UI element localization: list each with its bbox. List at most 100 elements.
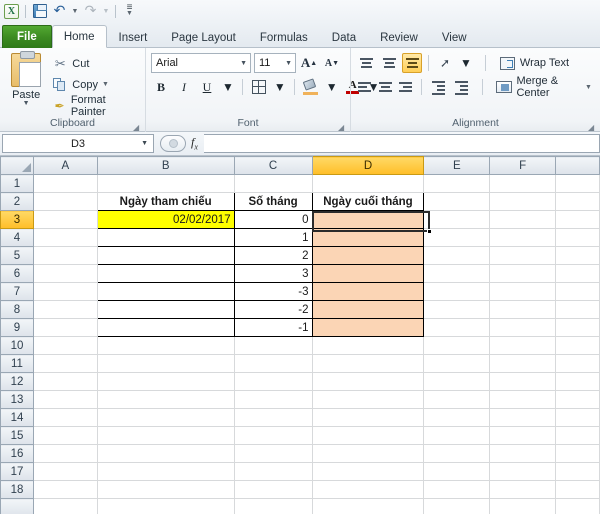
chevron-down-icon[interactable]: ▼ — [585, 84, 592, 91]
cell-d18[interactable] — [312, 481, 424, 499]
borders-dropdown-icon[interactable]: ▼ — [272, 77, 288, 97]
cell-a16[interactable] — [33, 445, 97, 463]
cell-a10[interactable] — [33, 337, 97, 355]
cell-f10[interactable] — [490, 337, 556, 355]
cell-f19[interactable] — [490, 499, 556, 514]
column-header-d[interactable]: D — [312, 157, 424, 175]
italic-button[interactable]: I — [174, 77, 194, 97]
cell-b15[interactable] — [97, 427, 234, 445]
row-header-17[interactable]: 17 — [1, 463, 34, 481]
tab-data[interactable]: Data — [320, 26, 368, 48]
cell-b12[interactable] — [97, 373, 234, 391]
orientation-button[interactable]: ➚ — [435, 53, 455, 73]
cell-b1[interactable] — [97, 175, 234, 193]
bold-button[interactable]: B — [151, 77, 171, 97]
cell-g9[interactable] — [556, 319, 600, 337]
cell-g12[interactable] — [556, 373, 600, 391]
cell-c9-months[interactable]: -1 — [234, 319, 312, 337]
cell-d12[interactable] — [312, 373, 424, 391]
cell-g19[interactable] — [556, 499, 600, 514]
row-header-13[interactable]: 13 — [1, 391, 34, 409]
cell-c4-months[interactable]: 1 — [234, 229, 312, 247]
clipboard-dialog-launcher-icon[interactable]: ◢ — [132, 122, 141, 131]
cell-c19[interactable] — [234, 499, 312, 514]
cell-b19[interactable] — [97, 499, 234, 514]
cell-a3[interactable] — [33, 211, 97, 229]
cell-a5[interactable] — [33, 247, 97, 265]
cell-b17[interactable] — [97, 463, 234, 481]
cell-e13[interactable] — [424, 391, 490, 409]
cell-d4-result[interactable] — [312, 229, 424, 247]
chevron-down-icon[interactable]: ▼ — [240, 60, 247, 67]
cell-c15[interactable] — [234, 427, 312, 445]
select-all-corner[interactable] — [1, 157, 34, 175]
cell-g17[interactable] — [556, 463, 600, 481]
format-painter-button[interactable]: ✒ Format Painter — [49, 96, 140, 115]
cell-d7-result[interactable] — [312, 283, 424, 301]
row-header-3[interactable]: 3 — [1, 211, 34, 229]
column-header-e[interactable]: E — [424, 157, 490, 175]
cell-a12[interactable] — [33, 373, 97, 391]
font-size-input[interactable]: 11 ▼ — [254, 53, 296, 73]
cell-e15[interactable] — [424, 427, 490, 445]
cell-e2[interactable] — [424, 193, 490, 211]
paste-button[interactable]: Paste ▼ — [5, 52, 47, 107]
row-header-11[interactable]: 11 — [1, 355, 34, 373]
undo-icon[interactable]: ↶ — [51, 3, 68, 20]
cell-c8-months[interactable]: -2 — [234, 301, 312, 319]
cell-d8-result[interactable] — [312, 301, 424, 319]
cell-f3[interactable] — [490, 211, 556, 229]
cell-e17[interactable] — [424, 463, 490, 481]
cell-g1[interactable] — [556, 175, 600, 193]
row-header-18[interactable]: 18 — [1, 481, 34, 499]
cell-b5-reference-date[interactable] — [97, 247, 234, 265]
row-header-7[interactable]: 7 — [1, 283, 34, 301]
cell-b18[interactable] — [97, 481, 234, 499]
cell-b7-reference-date[interactable] — [97, 283, 234, 301]
row-header-12[interactable]: 12 — [1, 373, 34, 391]
cell-c13[interactable] — [234, 391, 312, 409]
cell-e7[interactable] — [424, 283, 490, 301]
name-box[interactable]: D3 ▼ — [2, 134, 154, 153]
grow-font-button[interactable]: A▲ — [299, 53, 319, 73]
cell-g3[interactable] — [556, 211, 600, 229]
tab-formulas[interactable]: Formulas — [248, 26, 320, 48]
undo-dropdown-icon[interactable]: ▼ — [71, 3, 79, 20]
cell-g8[interactable] — [556, 301, 600, 319]
chevron-down-icon[interactable]: ▼ — [102, 81, 109, 88]
cell-e6[interactable] — [424, 265, 490, 283]
cell-b6-reference-date[interactable] — [97, 265, 234, 283]
cell-b16[interactable] — [97, 445, 234, 463]
cell-e18[interactable] — [424, 481, 490, 499]
increase-indent-button[interactable] — [451, 77, 471, 97]
insert-function-icon[interactable]: fx — [191, 135, 198, 151]
cell-d2-header-end-of-month[interactable]: Ngày cuối tháng — [312, 193, 424, 211]
tab-insert[interactable]: Insert — [107, 26, 160, 48]
cell-a2[interactable] — [33, 193, 97, 211]
chevron-down-icon[interactable]: ▼ — [23, 101, 30, 107]
cell-c12[interactable] — [234, 373, 312, 391]
cell-a7[interactable] — [33, 283, 97, 301]
chevron-down-icon[interactable]: ▼ — [285, 60, 292, 67]
align-top-button[interactable] — [356, 53, 376, 73]
align-middle-button[interactable] — [379, 53, 399, 73]
cut-button[interactable]: ✂ Cut — [49, 54, 140, 73]
row-header-19[interactable] — [1, 499, 34, 514]
cell-f7[interactable] — [490, 283, 556, 301]
cell-a11[interactable] — [33, 355, 97, 373]
cell-f2[interactable] — [490, 193, 556, 211]
align-center-button[interactable] — [377, 77, 395, 97]
cell-a8[interactable] — [33, 301, 97, 319]
cell-f8[interactable] — [490, 301, 556, 319]
row-header-15[interactable]: 15 — [1, 427, 34, 445]
row-header-4[interactable]: 4 — [1, 229, 34, 247]
cell-a15[interactable] — [33, 427, 97, 445]
row-header-8[interactable]: 8 — [1, 301, 34, 319]
cell-c3-months[interactable]: 0 — [234, 211, 312, 229]
redo-icon[interactable]: ↷ — [82, 3, 99, 20]
cell-c17[interactable] — [234, 463, 312, 481]
cell-c7-months[interactable]: -3 — [234, 283, 312, 301]
cell-f9[interactable] — [490, 319, 556, 337]
cell-g13[interactable] — [556, 391, 600, 409]
underline-dropdown-icon[interactable]: ▼ — [220, 77, 236, 97]
